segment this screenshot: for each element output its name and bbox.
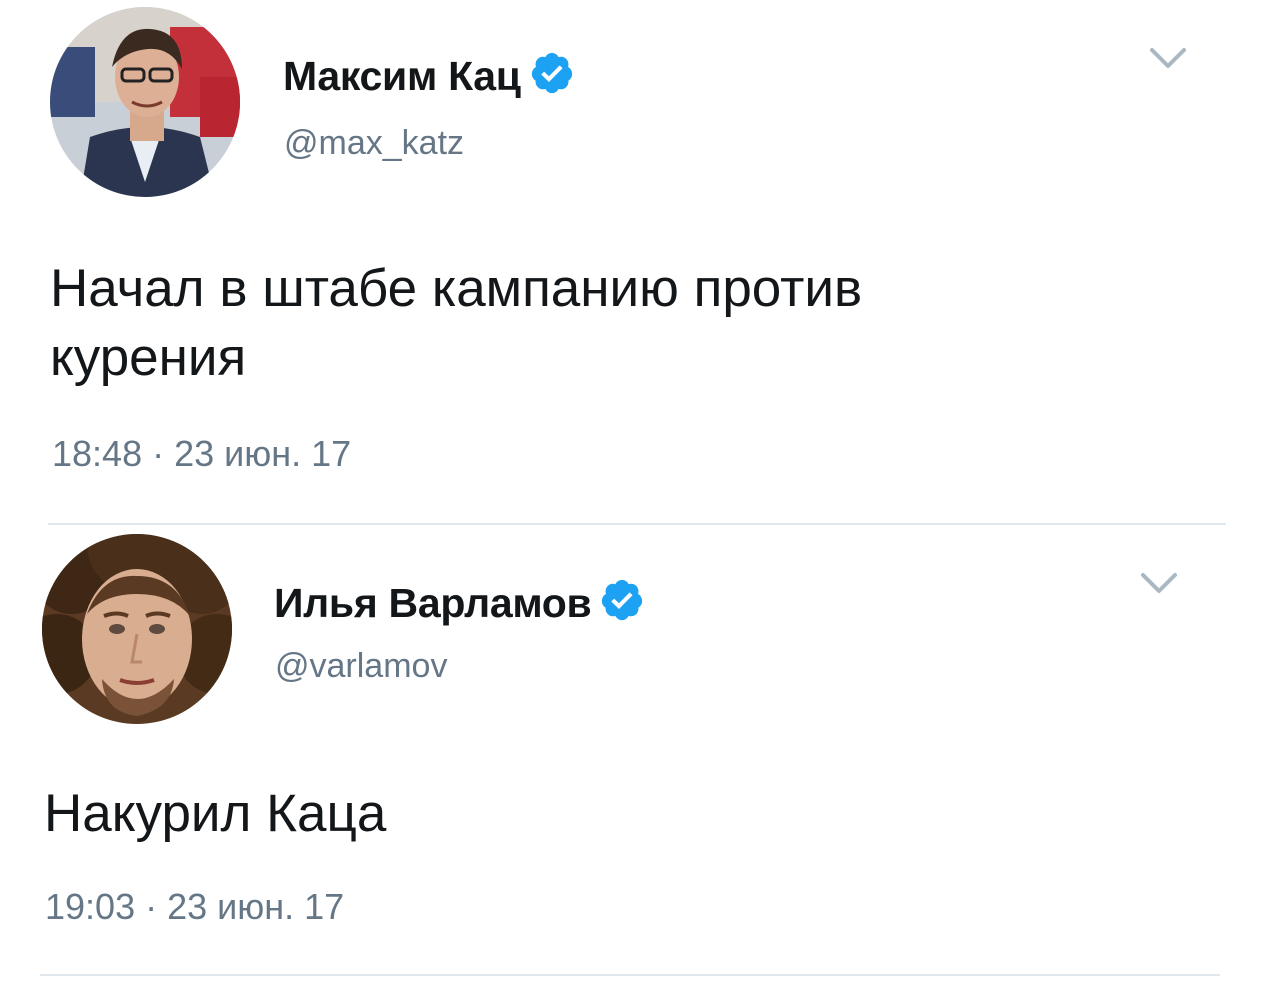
display-name-text: Максим Кац [283,53,521,99]
avatar[interactable] [50,7,240,197]
user-avatar-icon [50,7,240,197]
user-handle[interactable]: @max_katz [284,124,464,163]
tweet-text-line: Накурил Каца [44,784,387,843]
tweet-text: Начал в штабе кампанию против курения [50,254,1200,392]
tweet-timestamp[interactable]: 19:03 · 23 июн. 17 [45,886,344,928]
chevron-down-icon[interactable] [1139,571,1179,597]
display-name[interactable]: Максим Кац [283,50,575,106]
display-name-text: Илья Варламов [274,580,592,626]
divider [40,974,1220,976]
tweet-timestamp[interactable]: 18:48 · 23 июн. 17 [52,433,351,475]
tweet-text-line: Начал в штабе кампанию против [50,259,863,318]
user-avatar-icon [42,534,232,724]
avatar[interactable] [42,534,232,724]
verified-badge-icon [599,577,645,633]
user-handle[interactable]: @varlamov [275,647,447,686]
chevron-down-icon[interactable] [1148,46,1188,72]
tweet-2: Илья Варламов @varlamov Накурил Каца 19:… [0,525,1280,984]
display-name[interactable]: Илья Варламов [274,577,645,633]
verified-badge-icon [529,50,575,106]
tweet-text: Накурил Каца [44,779,1194,848]
tweet-text-line: курения [50,328,247,387]
tweet-1: Максим Кац @max_katz Начал в штабе кампа… [0,0,1280,525]
